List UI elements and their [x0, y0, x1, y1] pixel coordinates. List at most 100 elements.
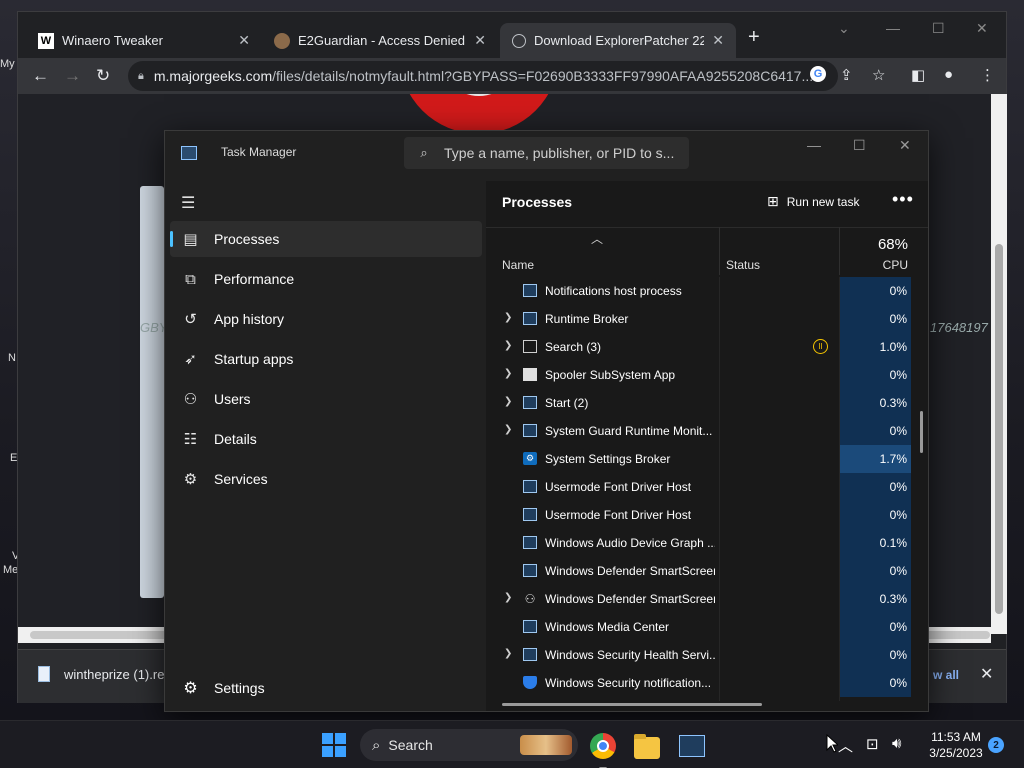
processes-panel: Processes ⊞ Run new task ••• ︿ Name Stat…	[486, 181, 928, 711]
search-input[interactable]: ⌕ Type a name, publisher, or PID to s...	[404, 137, 689, 169]
sidebar-item-startup-apps[interactable]: ➶ Startup apps	[170, 341, 482, 377]
clock[interactable]: 11:53 AM 3/25/2023	[922, 729, 990, 761]
taskbar-search[interactable]: ⌕ Search	[360, 729, 578, 761]
process-name: Notifications host process	[545, 284, 682, 298]
column-status-header[interactable]: Status	[726, 258, 760, 272]
process-cpu: 0%	[840, 305, 911, 333]
chevron-right-icon[interactable]: ❯	[504, 368, 512, 379]
table-row[interactable]: ❯ Runtime Broker 0%	[486, 305, 916, 333]
tab-explorerpatcher[interactable]: Download ExplorerPatcher 2262 ✕	[500, 23, 736, 58]
notification-badge[interactable]: 2	[988, 737, 1004, 753]
process-cpu: 0%	[840, 669, 911, 697]
minimize-button[interactable]: —	[886, 20, 900, 36]
table-row[interactable]: Windows Defender SmartScreen 0%	[486, 557, 916, 585]
close-icon[interactable]: ✕	[980, 664, 993, 684]
column-divider[interactable]	[839, 227, 840, 275]
table-row[interactable]: Usermode Font Driver Host 0%	[486, 473, 916, 501]
process-cpu: 0.1%	[840, 529, 911, 557]
sidebar-item-settings[interactable]: ⚙ Settings	[170, 670, 482, 706]
tab-winaero[interactable]: W Winaero Tweaker ✕	[26, 23, 262, 58]
task-manager-taskbar-icon[interactable]	[679, 735, 705, 757]
table-row[interactable]: Windows Audio Device Graph ... 0.1%	[486, 529, 916, 557]
column-cpu-header[interactable]: CPU	[840, 258, 908, 272]
run-new-task-label: Run new task	[786, 194, 860, 209]
table-row[interactable]: Usermode Font Driver Host 0%	[486, 501, 916, 529]
more-options-icon[interactable]: •••	[892, 189, 914, 210]
table-row[interactable]: ❯ Spooler SubSystem App 0%	[486, 361, 916, 389]
app-icon	[523, 424, 537, 437]
chrome-taskbar-icon[interactable]	[590, 733, 616, 768]
sidebar-item-details[interactable]: ☷ Details	[170, 421, 482, 457]
page-text: 17648197	[930, 320, 988, 335]
sort-up-icon[interactable]: ︿	[591, 230, 603, 247]
sidebar-item-app-history[interactable]: ↺ App history	[170, 301, 482, 337]
table-row[interactable]: Notifications host process 0%	[486, 277, 916, 305]
services-icon: ⚙	[183, 471, 198, 488]
profile-icon[interactable]: ●	[944, 66, 953, 83]
table-row[interactable]: ⚙ System Settings Broker 1.7%	[486, 445, 916, 473]
network-icon[interactable]: ⊡	[866, 735, 879, 753]
table-row[interactable]: ❯ ⚇ Windows Defender SmartScreen 0.3%	[486, 585, 916, 613]
maximize-button[interactable]: ☐	[932, 20, 945, 37]
table-row[interactable]: Windows Media Center 0%	[486, 613, 916, 641]
close-icon[interactable]: ✕	[712, 32, 724, 49]
sidebar-item-users[interactable]: ⚇ Users	[170, 381, 482, 417]
new-tab-button[interactable]: +	[748, 26, 760, 49]
minimize-button[interactable]: —	[807, 137, 821, 153]
table-row[interactable]: Windows Security notification... 0%	[486, 669, 916, 697]
close-window-button[interactable]: ✕	[976, 20, 988, 37]
column-name-header[interactable]: Name	[502, 258, 534, 272]
process-name: Usermode Font Driver Host	[545, 508, 692, 522]
side-panel-icon[interactable]: ◧	[911, 66, 925, 84]
users-icon: ⚇	[183, 391, 198, 408]
url-path: /files/details/notmyfault.html?GBYPASS=F…	[272, 68, 814, 84]
chevron-down-icon[interactable]: ⌄	[838, 20, 850, 37]
close-window-button[interactable]: ✕	[899, 137, 911, 154]
chevron-up-icon[interactable]: ︿	[838, 735, 853, 756]
url-host: m.majorgeeks.com	[153, 68, 273, 84]
run-new-task-button[interactable]: ⊞ Run new task	[767, 193, 859, 210]
close-icon[interactable]: ✕	[238, 32, 250, 49]
chevron-right-icon[interactable]: ❯	[504, 312, 512, 323]
page-vertical-scrollbar[interactable]	[991, 94, 1007, 634]
column-divider[interactable]	[719, 227, 720, 275]
history-icon: ↺	[184, 311, 197, 328]
bookmark-star-icon[interactable]: ☆	[872, 66, 885, 84]
process-list-scrollbar[interactable]	[920, 411, 923, 453]
reload-icon[interactable]: ↻	[96, 66, 110, 86]
forward-icon[interactable]: →	[64, 66, 81, 86]
desktop-icon-label[interactable]: My	[0, 58, 18, 70]
show-all-link[interactable]: w all	[933, 668, 959, 682]
hamburger-menu-icon[interactable]: ☰	[181, 193, 195, 213]
process-name: Windows Audio Device Graph ...	[545, 536, 715, 550]
chevron-right-icon[interactable]: ❯	[504, 424, 512, 435]
start-button[interactable]	[322, 733, 346, 757]
sidebar-item-services[interactable]: ⚙ Services	[170, 461, 482, 497]
download-item[interactable]: wintheprize (1).re	[38, 666, 164, 682]
close-icon[interactable]: ✕	[474, 32, 486, 49]
tab-e2guardian[interactable]: E2Guardian - Access Denied ✕	[262, 23, 498, 58]
menu-kebab-icon[interactable]: ⋮	[980, 66, 995, 84]
app-icon	[523, 536, 537, 549]
share-icon[interactable]: ⇪	[840, 66, 853, 84]
process-list-hscrollbar[interactable]	[502, 703, 762, 706]
address-bar[interactable]: 🔒︎ m.majorgeeks.com /files/details/notmy…	[128, 61, 838, 91]
sidebar-item-processes[interactable]: ▤ Processes	[170, 221, 482, 257]
panel-header: Processes ⊞ Run new task •••	[486, 181, 928, 227]
sidebar-item-performance[interactable]: ⧉ Performance	[170, 261, 482, 297]
back-icon[interactable]: ←	[32, 66, 49, 86]
table-row[interactable]: ❯ Windows Security Health Servi... 0%	[486, 641, 916, 669]
chevron-right-icon[interactable]: ❯	[504, 648, 512, 659]
table-row[interactable]: ❯ Search (3) II 1.0%	[486, 333, 916, 361]
maximize-button[interactable]: ☐	[853, 137, 866, 154]
startup-icon: ➶	[184, 351, 197, 368]
volume-icon[interactable]: 🔊︎	[892, 735, 901, 752]
chevron-right-icon[interactable]: ❯	[504, 340, 512, 351]
chevron-right-icon[interactable]: ❯	[504, 592, 512, 603]
table-row[interactable]: ❯ Start (2) 0.3%	[486, 389, 916, 417]
file-explorer-taskbar-icon[interactable]	[634, 734, 660, 759]
e2guardian-icon	[274, 32, 290, 49]
table-row[interactable]: ❯ System Guard Runtime Monit... 0%	[486, 417, 916, 445]
chevron-right-icon[interactable]: ❯	[504, 396, 512, 407]
google-icon[interactable]: G	[810, 66, 826, 82]
